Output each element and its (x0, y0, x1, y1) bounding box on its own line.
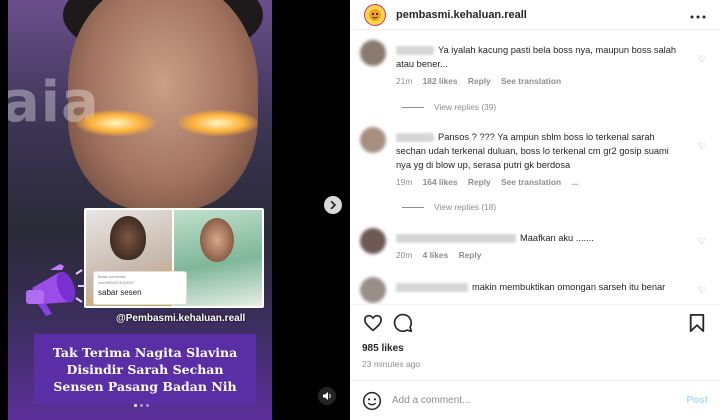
carousel-dot (146, 404, 149, 407)
comment-like-heart-icon[interactable]: ♡ (698, 141, 706, 152)
comment-body: Maafkan aku ....... (396, 231, 686, 245)
comment-text: Pansos ? ??? Ya ampun sblm boss lo terke… (396, 132, 669, 170)
comment-text: Maafkan aku ....... (520, 233, 594, 243)
add-comment-input[interactable] (392, 395, 662, 406)
commenter-avatar[interactable] (360, 277, 386, 303)
post-side-panel: pembasmi.kehaluan.reall Ya iyalah kacung… (350, 0, 720, 420)
reply-user: user9956274054287 (98, 280, 135, 285)
comment-options-icon[interactable]: ... (571, 177, 578, 187)
mute-button[interactable] (318, 387, 336, 405)
post-timestamp[interactable]: 23 minutes ago (362, 359, 420, 369)
commenter-username-blurred[interactable] (396, 234, 516, 244)
emoji-icon[interactable] (362, 391, 382, 411)
post-header: pembasmi.kehaluan.reall (350, 0, 720, 30)
mascot-icon (369, 8, 381, 21)
comment-like-heart-icon[interactable]: ♡ (698, 54, 706, 65)
comment-text: Ya iyalah kacung pasti bela boss nya, ma… (396, 45, 677, 69)
reply-comment-card: Balas komentar user9956274054287 sabar s… (93, 271, 187, 305)
comment-likes[interactable]: 182 likes (423, 76, 458, 86)
comment-time: 21m (396, 76, 413, 86)
carousel-dot (140, 404, 143, 407)
post-actions-bar (350, 304, 720, 340)
post-comment-button[interactable]: Post (686, 395, 708, 406)
view-replies-label: View replies (18) (434, 202, 497, 212)
reply-button[interactable]: Reply (468, 177, 491, 187)
comment-text: makin membuktikan omongan sarseh itu ben… (472, 282, 666, 292)
save-button[interactable] (686, 312, 708, 334)
comment-body: Ya iyalah kacung pasti bela boss nya, ma… (396, 43, 686, 71)
view-replies-label: View replies (39) (434, 102, 497, 112)
reply-label: Balas komentar (98, 274, 126, 279)
comment-time: 19m (396, 177, 413, 187)
speaker-icon (323, 392, 331, 400)
commenter-avatar[interactable] (360, 40, 386, 66)
commenter-username-blurred[interactable] (396, 133, 434, 143)
megaphone-icon (26, 264, 85, 316)
bookmark-icon (689, 313, 705, 332)
see-translation-button[interactable]: See translation (501, 76, 561, 86)
post-media[interactable]: aia Balas komentar user9956274054287 sab… (8, 0, 272, 420)
glowing-eye-right (178, 110, 258, 136)
headline-line: Disindir Sarah Sechan (66, 361, 224, 377)
carousel-dot-active (134, 404, 137, 407)
reply-text: sabar sesen (98, 288, 142, 297)
headline-banner: Tak Terima Nagita Slavina Disindir Sarah… (34, 334, 256, 404)
headline-line: Tak Terima Nagita Slavina (52, 344, 238, 360)
comment-button[interactable] (392, 312, 414, 334)
chevron-right-icon (330, 201, 337, 209)
like-button[interactable] (362, 312, 384, 334)
view-replies-button[interactable]: View replies (18) (402, 202, 496, 212)
instagram-post-viewer: aia Balas komentar user9956274054287 sab… (0, 0, 720, 420)
comment-like-heart-icon[interactable]: ♡ (698, 285, 706, 296)
commenter-username-blurred[interactable] (396, 46, 434, 56)
comment-meta: 21m 182 likes Reply See translation (396, 76, 569, 86)
comment-body: Pansos ? ??? Ya ampun sblm boss lo terke… (396, 130, 686, 172)
heart-icon (363, 314, 383, 331)
comment-likes[interactable]: 4 likes (423, 250, 449, 260)
comments-list[interactable]: Ya iyalah kacung pasti bela boss nya, ma… (350, 31, 720, 304)
commenter-avatar[interactable] (360, 228, 386, 254)
more-options-icon[interactable] (690, 6, 706, 24)
reply-button[interactable]: Reply (468, 76, 491, 86)
reply-button[interactable]: Reply (459, 250, 482, 260)
comment-time: 20m (396, 250, 413, 260)
carousel-dots (134, 404, 149, 407)
commenter-avatar[interactable] (360, 127, 386, 153)
post-username[interactable]: pembasmi.kehaluan.reall (396, 9, 527, 21)
speech-bubble-icon (393, 313, 413, 332)
glowing-eye-left (76, 110, 156, 136)
inset-photo-right (174, 210, 262, 306)
profile-avatar[interactable] (364, 3, 386, 26)
view-replies-button[interactable]: View replies (39) (402, 102, 496, 112)
comment-body: makin membuktikan omongan sarseh itu ben… (396, 280, 686, 294)
add-comment-bar: Post (350, 380, 720, 420)
see-translation-button[interactable]: See translation (501, 177, 561, 187)
commenter-username-blurred[interactable] (396, 283, 468, 293)
comment-likes[interactable]: 164 likes (423, 177, 458, 187)
comment-meta: 19m 164 likes Reply See translation ... (396, 177, 586, 187)
comment-like-heart-icon[interactable]: ♡ (698, 236, 706, 247)
comment-meta: 20m 4 likes Reply (396, 250, 489, 260)
media-handle-caption: @Pembasmi.kehaluan.reall (116, 313, 246, 324)
headline-line: Sensen Pasang Badan Nih (53, 378, 237, 394)
next-slide-button[interactable] (324, 196, 342, 214)
post-like-count[interactable]: 985 likes (362, 343, 404, 354)
